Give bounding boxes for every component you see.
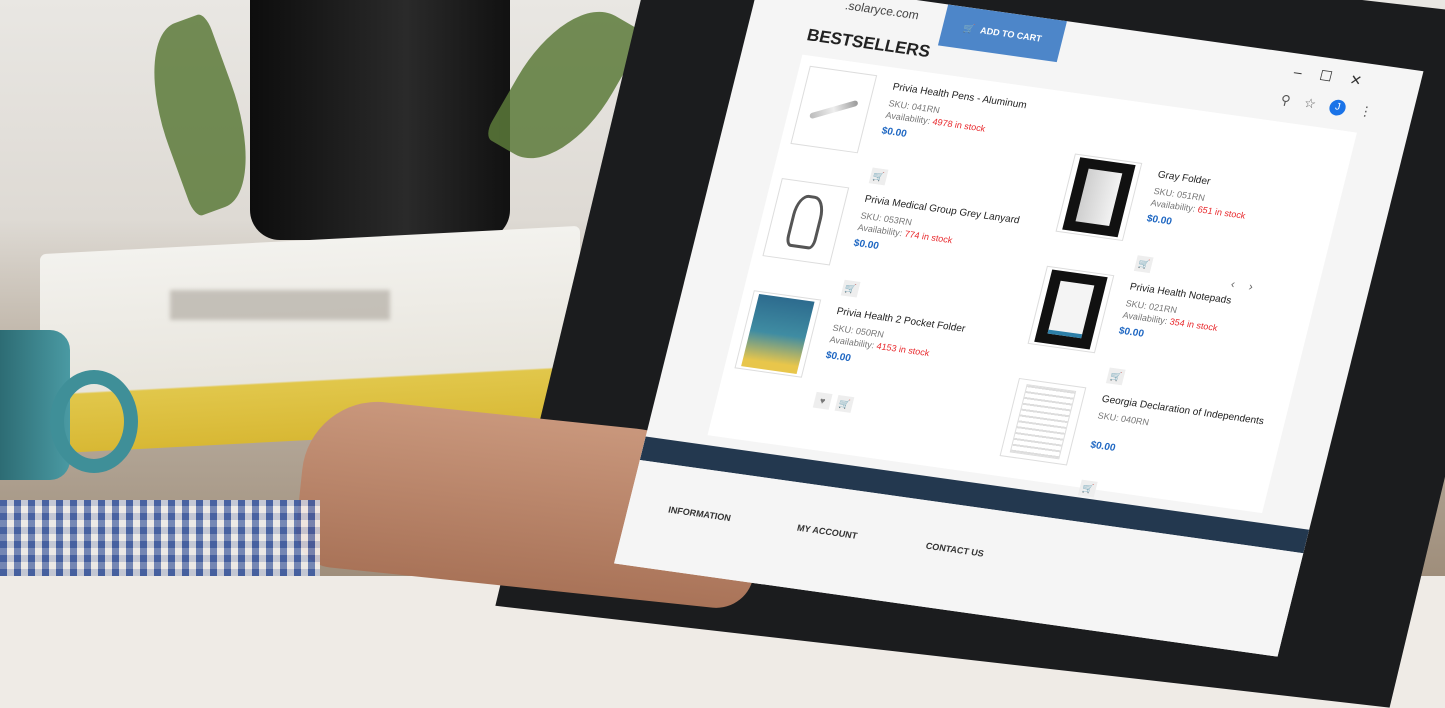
pocket-folder-image: [741, 293, 815, 374]
address-bar[interactable]: .solaryce.com: [844, 0, 921, 22]
gray-folder-image: [1062, 157, 1136, 238]
footer-contact-us[interactable]: CONTACT US: [925, 541, 985, 559]
product-image[interactable]: [1027, 265, 1115, 354]
footer-information[interactable]: INFORMATION: [667, 505, 732, 524]
laptop-screen: .solaryce.com –☐✕ ⚲ ☆ J ⋮ 🛒 ADD TO CART …: [614, 0, 1424, 657]
book-cover-text: [170, 290, 390, 320]
product-actions: 🛒: [1105, 367, 1126, 386]
product-actions: ♥ 🛒: [812, 391, 855, 413]
product-image[interactable]: [734, 290, 822, 378]
cart-icon[interactable]: 🛒: [1077, 479, 1098, 498]
carousel-next-button[interactable]: ›: [1247, 279, 1268, 295]
product-image[interactable]: [790, 65, 878, 154]
product-actions: 🛒: [840, 279, 861, 298]
product-image[interactable]: [1055, 153, 1143, 242]
product-info: Privia Health Notepads SKU: 021RN Availa…: [1118, 282, 1300, 360]
notepad-image: [1034, 269, 1108, 350]
footer-my-account[interactable]: MY ACCOUNT: [796, 523, 858, 541]
shirt-sleeve: [0, 500, 320, 576]
cart-icon[interactable]: 🛒: [840, 279, 861, 298]
product-info: Privia Health Pens - Aluminum SKU: 041RN…: [880, 82, 1062, 160]
cart-icon[interactable]: 🛒: [834, 394, 855, 413]
bestsellers-panel: Privia Health Pens - Aluminum SKU: 041RN…: [707, 54, 1357, 514]
product-actions: 🛒: [1133, 255, 1154, 274]
product-info: Gray Folder SKU: 051RN Availability: 651…: [1146, 169, 1328, 247]
star-icon[interactable]: ☆: [1302, 95, 1318, 112]
window-controls[interactable]: –☐✕: [1292, 63, 1381, 92]
cart-icon: 🛒: [962, 22, 976, 34]
maximize-button[interactable]: ☐: [1318, 67, 1352, 87]
heart-icon[interactable]: ♥: [812, 391, 833, 410]
cart-icon[interactable]: 🛒: [1105, 367, 1126, 386]
pen-image: [809, 99, 859, 120]
declaration-image: [1009, 384, 1077, 460]
product-info: Privia Medical Group Grey Lanyard SKU: 0…: [852, 194, 1034, 272]
product-image[interactable]: [999, 377, 1087, 466]
lanyard-image: [784, 193, 828, 251]
avatar[interactable]: J: [1327, 98, 1348, 117]
product-image[interactable]: [762, 177, 850, 266]
close-button[interactable]: ✕: [1348, 71, 1381, 91]
mug-handle: [50, 370, 138, 473]
plant-pot: [250, 0, 510, 240]
browser-toolbar-icons: ⚲ ☆ J ⋮: [1279, 92, 1374, 120]
cart-icon[interactable]: 🛒: [1133, 255, 1154, 274]
search-icon[interactable]: ⚲: [1279, 92, 1292, 109]
product-info: Privia Health 2 Pocket Folder SKU: 050RN…: [824, 306, 1006, 384]
product-info: Georgia Declaration of Independents SKU:…: [1089, 394, 1271, 474]
product-actions: 🛒: [1077, 479, 1098, 498]
add-to-cart-label: ADD TO CART: [979, 25, 1043, 44]
cart-icon[interactable]: 🛒: [868, 167, 889, 186]
minimize-button[interactable]: –: [1292, 63, 1321, 82]
product-price: $0.00: [1089, 439, 1117, 454]
menu-icon[interactable]: ⋮: [1357, 103, 1375, 120]
product-actions: 🛒: [868, 167, 889, 186]
section-title: BESTSELLERS: [805, 25, 933, 62]
